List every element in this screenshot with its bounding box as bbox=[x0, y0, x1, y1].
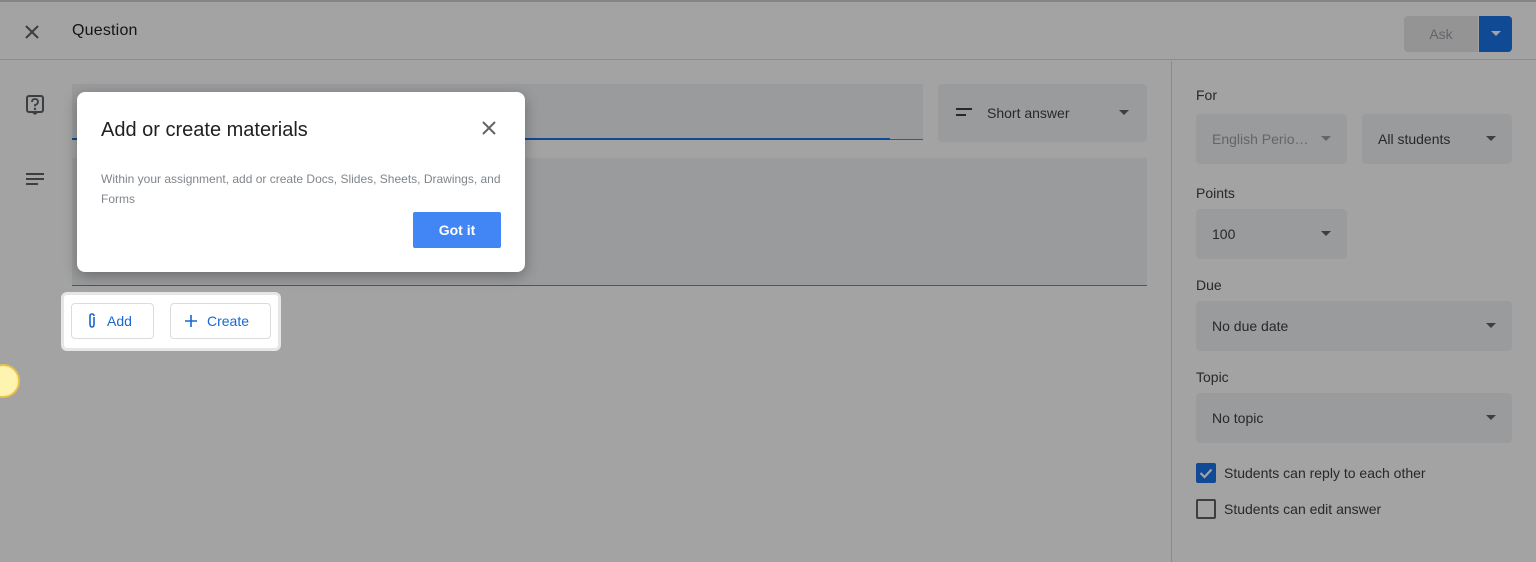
add-button[interactable]: Add bbox=[71, 303, 154, 339]
materials-dialog: Add or create materials Within your assi… bbox=[77, 92, 525, 272]
attach-buttons: Add Create bbox=[64, 295, 278, 348]
dialog-body: Within your assignment, add or create Do… bbox=[101, 172, 501, 206]
got-it-button[interactable]: Got it bbox=[413, 212, 501, 248]
dialog-close-icon[interactable] bbox=[478, 117, 500, 139]
plus-icon bbox=[185, 315, 197, 327]
modal-scrim[interactable] bbox=[0, 0, 1536, 562]
dialog-title: Add or create materials bbox=[101, 119, 308, 141]
add-button-label: Add bbox=[107, 313, 132, 329]
create-button-label: Create bbox=[207, 313, 250, 329]
create-button[interactable]: Create bbox=[170, 303, 271, 339]
paperclip-icon bbox=[89, 313, 95, 328]
